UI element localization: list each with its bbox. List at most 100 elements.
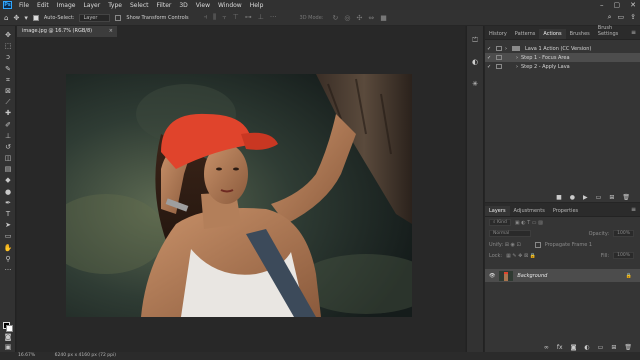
hand-tool-icon[interactable]: ✋ — [0, 243, 16, 254]
move-tool-icon[interactable]: ✥ — [13, 14, 19, 22]
auto-select-dropdown[interactable]: Layer — [79, 13, 111, 22]
play-icon[interactable]: ▶ — [583, 194, 588, 201]
menu-view[interactable]: View — [192, 2, 214, 9]
tab-brush-settings[interactable]: Brush Settings — [594, 23, 627, 39]
blur-tool-icon[interactable]: ◆ — [0, 175, 16, 186]
close-tab-icon[interactable]: × — [109, 26, 113, 37]
background-color-swatch[interactable] — [6, 325, 13, 332]
adjustments-icon[interactable]: ◐ — [467, 54, 483, 70]
action-set-row[interactable]: ✓ › Lava 1 Action (CC Version) — [485, 44, 640, 53]
zoom-level[interactable]: 16.67% — [18, 353, 35, 358]
stop-icon[interactable]: ■ — [556, 194, 562, 201]
tab-actions[interactable]: Actions — [539, 29, 566, 39]
eye-icon[interactable]: 👁 — [489, 273, 495, 279]
minimize-icon[interactable]: – — [600, 1, 604, 9]
link-icon[interactable]: ∞ — [544, 344, 549, 351]
workspace-icon[interactable]: ▭ — [618, 13, 625, 22]
check-icon[interactable]: ✓ — [487, 46, 493, 52]
pen-tool-icon[interactable]: ✒ — [0, 198, 16, 209]
blend-mode-dropdown[interactable]: Normal — [489, 230, 531, 237]
tab-brushes[interactable]: Brushes — [566, 29, 594, 39]
action-step-row[interactable]: ✓ › Step 2 - Apply Lava — [485, 62, 640, 71]
fx-icon[interactable]: fx — [557, 344, 563, 351]
adjustment-layer-icon[interactable]: ◐ — [584, 344, 589, 351]
filter-kind-dropdown[interactable]: ⌕ Kind — [489, 219, 511, 226]
panel-menu-icon[interactable]: ≡ — [627, 29, 640, 39]
menu-help[interactable]: Help — [246, 2, 268, 9]
document-tab[interactable]: image.jpg @ 16.7% (RGB/8) × — [17, 26, 117, 37]
lock-icons[interactable]: ▦ ✎ ✥ ⊠ 🔒 — [506, 253, 536, 259]
new-action-icon[interactable]: ⊞ — [609, 194, 614, 201]
close-icon[interactable]: ✕ — [630, 1, 636, 9]
maximize-icon[interactable]: ▢ — [614, 1, 621, 9]
3d-slide-icon[interactable]: ⇔ — [368, 14, 374, 22]
canvas-area[interactable] — [17, 37, 465, 352]
tab-patterns[interactable]: Patterns — [511, 29, 540, 39]
menu-type[interactable]: Type — [104, 2, 126, 9]
tab-layers[interactable]: Layers — [485, 206, 510, 216]
3d-pan-icon[interactable]: ✣ — [356, 14, 362, 22]
eyedropper-tool-icon[interactable]: ⟋ — [0, 97, 16, 108]
document-info[interactable]: 6240 px x 4160 px (72 ppi) — [55, 353, 116, 358]
move-tool-icon[interactable]: ✥ — [0, 30, 16, 41]
3d-rotate-icon[interactable]: ↻ — [332, 14, 338, 22]
frame-tool-icon[interactable]: ⊠ — [0, 86, 16, 97]
align-right-icon[interactable]: ⫟ — [222, 13, 226, 22]
type-tool-icon[interactable]: T — [0, 209, 16, 220]
trash-icon[interactable]: 🗑 — [624, 344, 632, 351]
unify-icons[interactable]: Unify: ⊞ ◉ ⊡ — [489, 242, 521, 248]
layer-name[interactable]: Background — [517, 273, 547, 279]
more-options-icon[interactable]: ··· — [270, 13, 277, 22]
layer-row[interactable]: 👁 Background 🔒 — [485, 269, 640, 282]
check-icon[interactable]: ✓ — [487, 55, 493, 61]
menu-image[interactable]: Image — [53, 2, 80, 9]
brush-tool-icon[interactable]: ✐ — [0, 120, 16, 131]
align-center-icon[interactable]: ⫼ — [213, 13, 216, 22]
align-middle-icon[interactable]: ⊶ — [245, 13, 252, 22]
gradient-tool-icon[interactable]: ▤ — [0, 164, 16, 175]
dialog-toggle-icon[interactable] — [496, 46, 502, 51]
filter-icons[interactable]: ▣ ◐ T ▭ ▨ — [515, 220, 543, 226]
3d-scale-icon[interactable]: ■ — [380, 14, 387, 22]
expand-icon[interactable]: › — [516, 55, 518, 61]
lasso-tool-icon[interactable]: ↄ — [0, 52, 16, 63]
align-left-icon[interactable]: ⫞ — [204, 13, 208, 22]
path-select-icon[interactable]: ➤ — [0, 220, 16, 231]
tab-properties[interactable]: Properties — [549, 206, 582, 216]
home-icon[interactable]: ⌂ — [4, 14, 8, 22]
search-icon[interactable]: ⌕ — [608, 13, 612, 22]
crop-tool-icon[interactable]: ⌗ — [0, 75, 16, 86]
new-layer-icon[interactable]: ⊞ — [611, 344, 616, 351]
propagate-checkbox[interactable] — [534, 241, 541, 248]
more-tools-icon[interactable]: ··· — [0, 265, 16, 276]
dodge-tool-icon[interactable]: ● — [0, 187, 16, 198]
zoom-tool-icon[interactable]: ⚲ — [0, 254, 16, 265]
check-icon[interactable]: ✓ — [487, 64, 493, 70]
menu-edit[interactable]: Edit — [33, 2, 53, 9]
auto-select-checkbox[interactable] — [32, 14, 39, 21]
menu-file[interactable]: File — [15, 2, 33, 9]
menu-3d[interactable]: 3D — [175, 2, 191, 9]
share-icon[interactable]: ⇪ — [630, 13, 636, 22]
document-image[interactable] — [66, 74, 412, 317]
color-panel-icon[interactable]: ✳ — [467, 76, 483, 92]
group-icon[interactable]: ▭ — [598, 344, 604, 351]
3d-roll-icon[interactable]: ◎ — [344, 14, 350, 22]
menu-select[interactable]: Select — [126, 2, 153, 9]
marquee-tool-icon[interactable]: ⬚ — [0, 41, 16, 52]
photoshop-logo[interactable]: Ps — [3, 1, 12, 9]
shape-tool-icon[interactable]: ▭ — [0, 231, 16, 242]
dialog-toggle-icon[interactable] — [496, 64, 502, 69]
align-bottom-icon[interactable]: ⊥ — [258, 13, 264, 22]
record-icon[interactable]: ● — [570, 194, 575, 201]
history-brush-icon[interactable]: ↺ — [0, 142, 16, 153]
opacity-field[interactable]: 100% — [613, 230, 634, 237]
expand-icon[interactable]: › — [516, 64, 518, 70]
panel-menu-icon[interactable]: ≡ — [627, 206, 640, 216]
menu-layer[interactable]: Layer — [79, 2, 104, 9]
eraser-tool-icon[interactable]: ◫ — [0, 153, 16, 164]
transform-controls-checkbox[interactable] — [115, 14, 122, 21]
align-top-icon[interactable]: ⊤ — [233, 13, 239, 22]
new-set-icon[interactable]: ▭ — [596, 194, 602, 201]
mask-icon[interactable]: ◙ — [571, 344, 577, 351]
